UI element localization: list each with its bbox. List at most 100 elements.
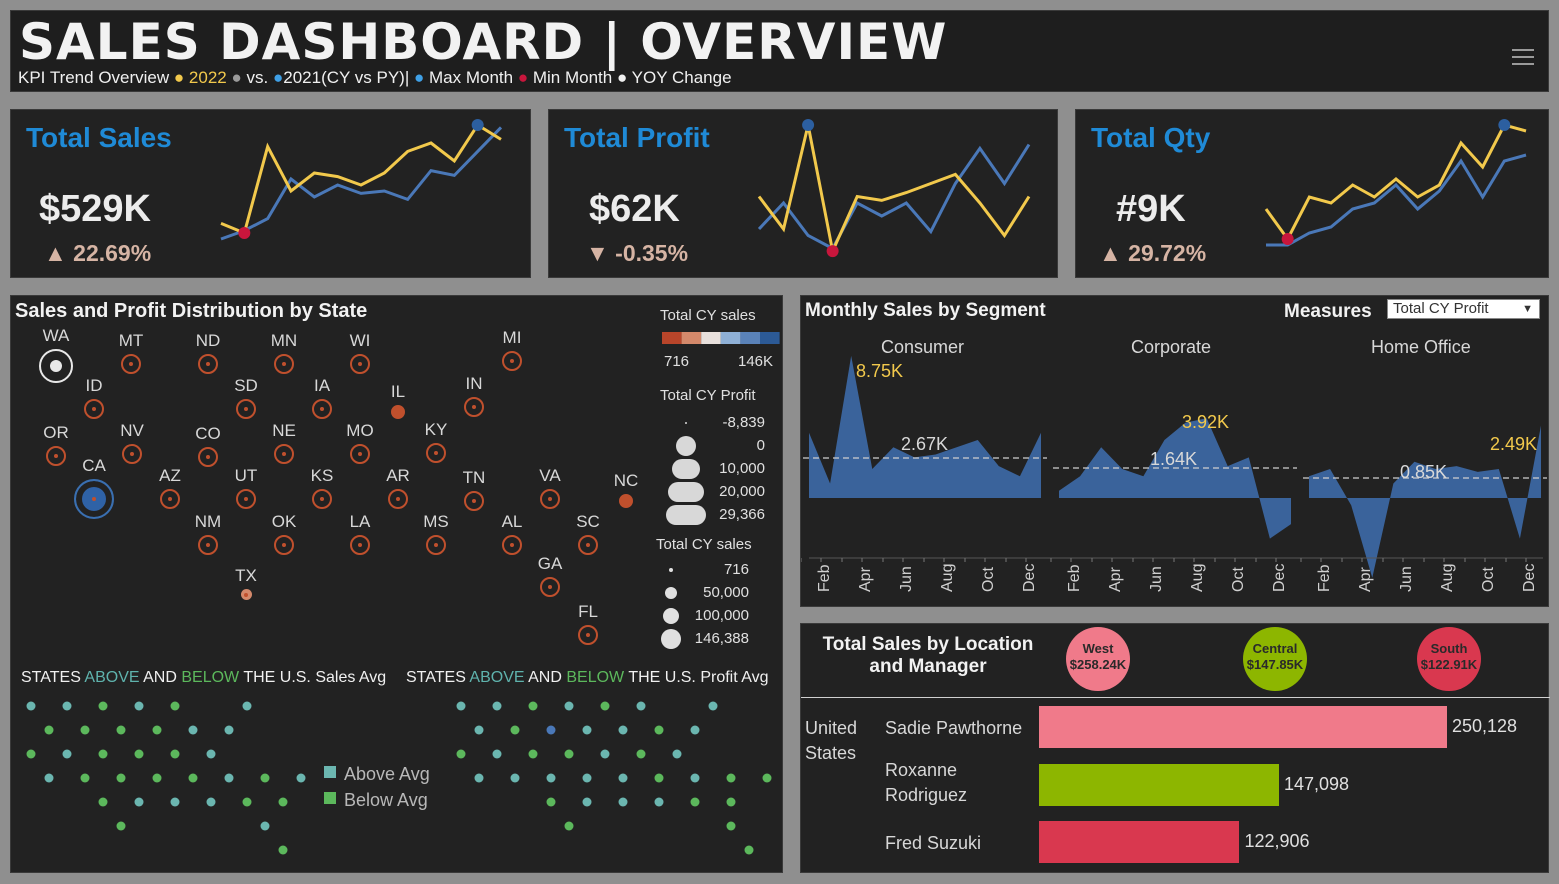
- state-tile-dot[interactable]: [188, 773, 198, 783]
- state-tile-dot[interactable]: [44, 773, 54, 783]
- state-tile-dot[interactable]: [474, 773, 484, 783]
- state-tile-dot[interactable]: [116, 821, 126, 831]
- state-tile-dot[interactable]: [600, 749, 610, 759]
- state-tile-dot[interactable]: [260, 773, 270, 783]
- state-tile-dot[interactable]: [582, 725, 592, 735]
- region-west[interactable]: West $258.24K: [1066, 627, 1130, 691]
- state-tile-dot[interactable]: [278, 845, 288, 855]
- state-tile-dot[interactable]: [726, 797, 736, 807]
- state-marker-id[interactable]: ID: [64, 376, 124, 419]
- state-tile-dot[interactable]: [510, 773, 520, 783]
- state-tile-dot[interactable]: [582, 773, 592, 783]
- manager-bar[interactable]: [1039, 821, 1240, 863]
- state-tile-dot[interactable]: [690, 797, 700, 807]
- state-tile-dot[interactable]: [260, 821, 270, 831]
- state-tile-dot[interactable]: [224, 725, 234, 735]
- state-tile-dot[interactable]: [762, 773, 772, 783]
- kpi-card-total-profit[interactable]: Total Profit $62K ▼ -0.35%: [548, 109, 1058, 278]
- state-tile-dot[interactable]: [654, 773, 664, 783]
- state-tile-dot[interactable]: [152, 725, 162, 735]
- state-tile-dot[interactable]: [134, 749, 144, 759]
- state-tile-dot[interactable]: [618, 773, 628, 783]
- state-marker-ia[interactable]: IA: [292, 376, 352, 419]
- state-marker-ut[interactable]: UT: [216, 466, 276, 509]
- state-tile-dot[interactable]: [242, 701, 252, 711]
- state-marker-ky[interactable]: KY: [406, 420, 466, 463]
- state-marker-az[interactable]: AZ: [140, 466, 200, 509]
- state-tile-dot[interactable]: [510, 725, 520, 735]
- state-marker-ne[interactable]: NE: [254, 421, 314, 464]
- kpi-card-total-qty[interactable]: Total Qty #9K ▲ 29.72%: [1075, 109, 1549, 278]
- state-marker-la[interactable]: LA: [330, 512, 390, 555]
- chevron-down-icon[interactable]: ▼: [1522, 300, 1533, 318]
- hamburger-icon[interactable]: [1512, 49, 1534, 65]
- state-marker-in[interactable]: IN: [444, 374, 504, 417]
- state-marker-ks[interactable]: KS: [292, 466, 352, 509]
- state-tile-dot[interactable]: [26, 701, 36, 711]
- state-tile-dot[interactable]: [528, 749, 538, 759]
- state-marker-ms[interactable]: MS: [406, 512, 466, 555]
- state-tile-dot[interactable]: [170, 797, 180, 807]
- max-month-marker[interactable]: [1498, 119, 1511, 131]
- state-tile-dot[interactable]: [242, 797, 252, 807]
- state-tile-dot[interactable]: [546, 773, 556, 783]
- state-tile-dot[interactable]: [582, 797, 592, 807]
- state-marker-mt[interactable]: MT: [101, 331, 161, 374]
- state-tile-dot[interactable]: [654, 725, 664, 735]
- min-month-marker[interactable]: [1281, 233, 1294, 245]
- state-tile-dot[interactable]: [206, 797, 216, 807]
- state-tile-dot[interactable]: [636, 701, 646, 711]
- state-tile-dot[interactable]: [492, 749, 502, 759]
- max-month-marker[interactable]: [802, 119, 815, 131]
- manager-bar[interactable]: [1039, 764, 1279, 806]
- state-tile-dot[interactable]: [224, 773, 234, 783]
- state-tile-dot[interactable]: [690, 725, 700, 735]
- state-marker-wa[interactable]: WA: [26, 326, 86, 383]
- state-tile-dot[interactable]: [492, 701, 502, 711]
- state-marker-al[interactable]: AL: [482, 512, 542, 555]
- state-marker-tx[interactable]: TX: [216, 566, 276, 600]
- state-tile-dot[interactable]: [474, 725, 484, 735]
- state-tile-dot[interactable]: [98, 797, 108, 807]
- min-month-marker[interactable]: [238, 227, 251, 239]
- state-tile-dot[interactable]: [744, 845, 754, 855]
- state-tile-dot[interactable]: [44, 725, 54, 735]
- state-tile-dot[interactable]: [672, 749, 682, 759]
- state-tile-dot[interactable]: [98, 749, 108, 759]
- state-tile-dot[interactable]: [152, 773, 162, 783]
- measures-dropdown[interactable]: Total CY Profit ▼: [1387, 299, 1540, 319]
- state-tile-dot[interactable]: [618, 725, 628, 735]
- state-tile-dot[interactable]: [708, 701, 718, 711]
- segment-area-1[interactable]: [1059, 418, 1291, 539]
- state-tile-dot[interactable]: [80, 725, 90, 735]
- state-tile-dot[interactable]: [170, 749, 180, 759]
- state-tile-dot[interactable]: [98, 701, 108, 711]
- state-tile-dot[interactable]: [80, 773, 90, 783]
- state-marker-ok[interactable]: OK: [254, 512, 314, 555]
- state-tile-dot[interactable]: [618, 797, 628, 807]
- region-central[interactable]: Central $147.85K: [1243, 627, 1307, 691]
- state-marker-co[interactable]: CO: [178, 424, 238, 467]
- state-marker-il[interactable]: IL: [368, 382, 428, 419]
- state-marker-ca[interactable]: CA: [64, 456, 124, 519]
- state-tile-dot[interactable]: [456, 701, 466, 711]
- region-south[interactable]: South $122.91K: [1417, 627, 1481, 691]
- state-tile-dot[interactable]: [116, 725, 126, 735]
- state-tile-dot[interactable]: [600, 701, 610, 711]
- state-tile-dot[interactable]: [188, 725, 198, 735]
- state-tile-dot[interactable]: [546, 725, 556, 735]
- manager-bar[interactable]: [1039, 706, 1447, 748]
- state-tile-dot[interactable]: [564, 701, 574, 711]
- state-marker-nd[interactable]: ND: [178, 331, 238, 374]
- state-marker-tn[interactable]: TN: [444, 468, 504, 511]
- state-marker-ga[interactable]: GA: [520, 554, 580, 597]
- state-tile-dot[interactable]: [62, 701, 72, 711]
- state-tile-dot[interactable]: [528, 701, 538, 711]
- state-tile-dot[interactable]: [564, 749, 574, 759]
- max-month-marker[interactable]: [471, 119, 484, 131]
- state-marker-va[interactable]: VA: [520, 466, 580, 509]
- state-tile-dot[interactable]: [62, 749, 72, 759]
- segment-area-0[interactable]: [809, 355, 1041, 498]
- state-marker-wi[interactable]: WI: [330, 331, 390, 374]
- state-marker-ar[interactable]: AR: [368, 466, 428, 509]
